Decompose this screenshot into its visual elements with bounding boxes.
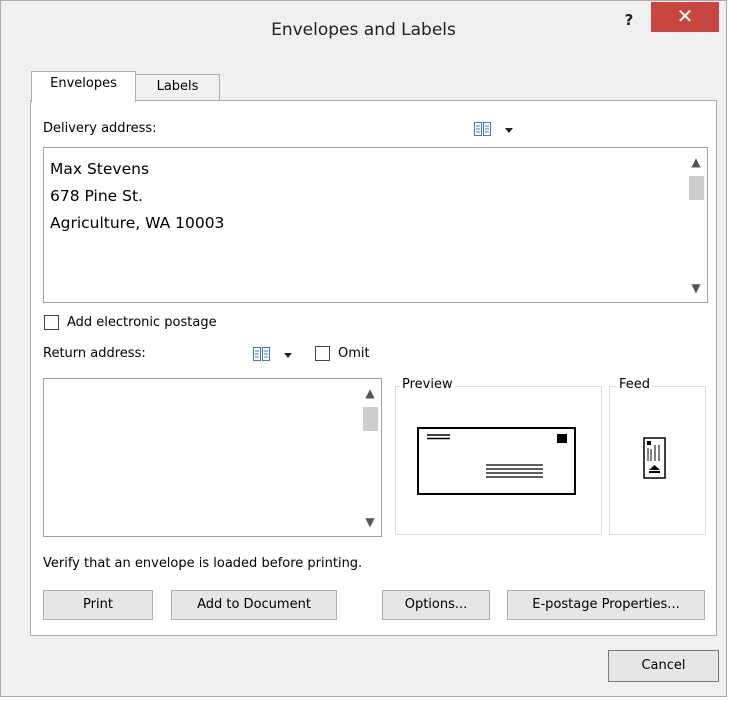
address-book-icon[interactable] [474,122,492,136]
chevron-down-icon[interactable] [505,128,513,133]
delivery-address-label: Delivery address: [43,121,157,136]
help-icon[interactable]: ? [618,11,640,31]
omit-label: Omit [338,346,370,361]
delivery-scrollbar[interactable]: ▲ ▼ [685,148,707,302]
delivery-address-text: Max Stevens 678 Pine St. Agriculture, WA… [50,160,225,232]
return-address-label: Return address: [43,346,146,361]
scroll-up-icon[interactable]: ▲ [359,383,381,403]
omit-checkbox[interactable] [315,346,330,361]
delivery-address-field[interactable]: Max Stevens 678 Pine St. Agriculture, WA… [43,147,708,303]
close-icon: ✕ [676,4,694,28]
chevron-down-icon[interactable] [284,353,292,358]
return-address-field[interactable]: ▲ ▼ [43,378,382,537]
preview-group[interactable] [395,386,602,535]
return-scrollbar[interactable]: ▲ ▼ [359,379,381,536]
cancel-button[interactable]: Cancel [608,650,719,682]
close-button[interactable]: ✕ [651,2,719,32]
envelopes-panel: Delivery address: Max Stevens 678 Pine S… [30,100,717,636]
add-to-document-button[interactable]: Add to Document [171,590,337,620]
verify-message: Verify that an envelope is loaded before… [43,556,363,571]
envelope-feed-icon [643,437,666,479]
title-bar: Envelopes and Labels ? ✕ [1,1,726,51]
tab-labels-label: Labels [156,79,199,94]
print-button[interactable]: Print [43,590,153,620]
tab-labels[interactable]: Labels [136,74,220,101]
feed-label: Feed [617,377,653,392]
options-button[interactable]: Options... [382,590,490,620]
scroll-down-icon[interactable]: ▼ [359,512,381,532]
envelopes-labels-dialog: Envelopes and Labels ? ✕ Envelopes Label… [0,0,727,697]
scroll-thumb[interactable] [363,407,378,431]
add-electronic-postage-label: Add electronic postage [67,315,217,330]
tab-envelopes-label: Envelopes [50,76,117,91]
scroll-thumb[interactable] [689,176,704,200]
envelope-preview-icon [417,427,576,495]
scroll-down-icon[interactable]: ▼ [685,278,707,298]
address-book-icon[interactable] [253,347,271,361]
preview-label: Preview [400,377,455,392]
e-postage-properties-button[interactable]: E-postage Properties... [507,590,705,620]
add-electronic-postage-checkbox[interactable] [44,315,59,330]
scroll-up-icon[interactable]: ▲ [685,152,707,172]
tab-envelopes[interactable]: Envelopes [31,71,136,102]
feed-group[interactable] [609,386,706,535]
